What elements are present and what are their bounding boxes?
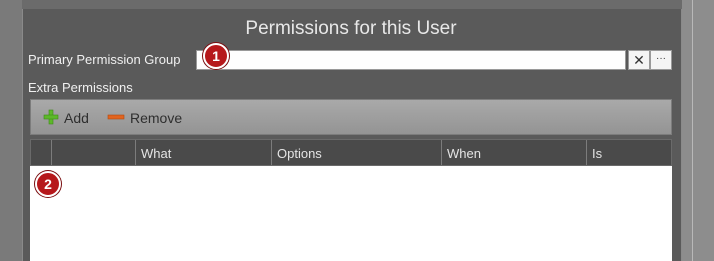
remove-label: Remove: [130, 110, 183, 126]
right-scroll-border: [682, 0, 714, 261]
primary-group-label: Primary Permission Group: [28, 52, 181, 67]
add-button[interactable]: Add: [43, 109, 89, 127]
minus-icon: [107, 109, 125, 128]
plus-icon: [43, 109, 59, 128]
add-label: Add: [64, 110, 89, 126]
left-border: [0, 0, 22, 261]
permissions-grid-header: What Options When Is: [30, 139, 672, 166]
callout-badge-1: 1: [203, 43, 229, 69]
column-divider: [135, 140, 136, 165]
permissions-toolbar: Add Remove: [30, 99, 672, 135]
column-header-options[interactable]: Options: [277, 140, 322, 165]
column-divider: [51, 140, 52, 165]
column-divider: [271, 140, 272, 165]
column-header-what[interactable]: What: [141, 140, 171, 165]
column-divider: [586, 140, 587, 165]
primary-group-input[interactable]: [196, 50, 626, 70]
remove-button[interactable]: Remove: [107, 109, 182, 127]
column-header-when[interactable]: When: [447, 140, 481, 165]
callout-badge-2: 2: [35, 171, 61, 197]
extra-permissions-label: Extra Permissions: [28, 80, 133, 95]
column-divider: [441, 140, 442, 165]
clear-group-button[interactable]: ✕: [628, 50, 650, 70]
browse-group-button[interactable]: ···: [650, 50, 672, 70]
window-frame: Permissions for this User Primary Permis…: [0, 0, 714, 261]
permissions-grid-body[interactable]: [30, 166, 672, 261]
column-header-is[interactable]: Is: [592, 140, 602, 165]
panel-title: Permissions for this User: [245, 18, 457, 39]
